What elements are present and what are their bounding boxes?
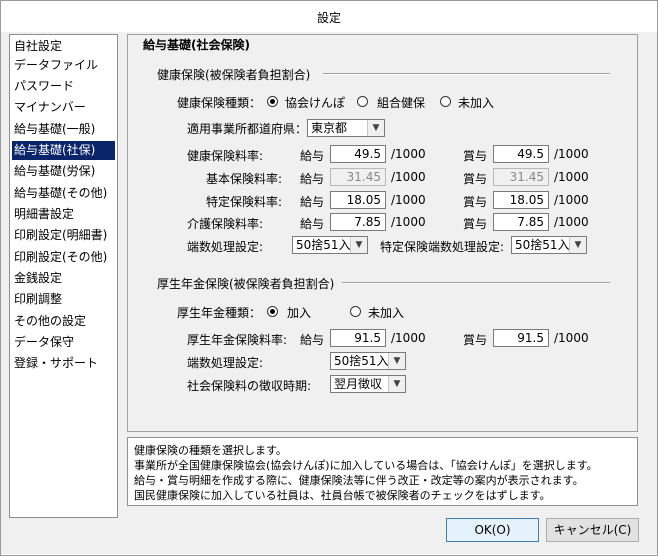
salary-label: 給与 <box>300 172 325 186</box>
unit-label: /1000 <box>391 215 426 229</box>
nav-item-print-statement[interactable]: 印刷設定(明細書) <box>12 226 115 245</box>
radio-pension-enrolled-label[interactable]: 加入 <box>287 304 311 321</box>
health-rate-salary-input[interactable]: 49.5 <box>330 145 386 163</box>
pension-type-label: 厚生年金種類： <box>177 306 262 320</box>
health-rounding-value: 50捨51入 <box>296 238 351 252</box>
description-box: 健康保険の種類を選択します。 事業所が全国健康保険協会(協会けんぽ)に加入してい… <box>127 437 638 506</box>
unit-label: /1000 <box>554 331 589 345</box>
salary-label: 給与 <box>300 195 325 209</box>
description-line: 給与・賞与明細を作成する際に、健康保険法等に伴う改正・改定等の案内が表示されます… <box>134 474 584 487</box>
collection-timing-label: 社会保険料の徴収時期: <box>187 379 312 393</box>
nav-item-company[interactable]: 自社設定 <box>12 37 115 56</box>
bonus-label: 賞与 <box>463 195 488 209</box>
unit-label: /1000 <box>391 331 426 345</box>
specific-rate-salary-input[interactable]: 18.05 <box>330 191 386 209</box>
radio-kyokai-kenpo[interactable] <box>267 96 278 107</box>
radio-kumiai-kenpo[interactable] <box>357 96 368 107</box>
health-rate-label: 健康保険料率: <box>187 149 264 163</box>
chevron-down-icon[interactable]: ▼ <box>350 237 367 253</box>
basic-rate-bonus-input: 31.45 <box>493 168 549 186</box>
pension-rate-salary-input[interactable]: 91.5 <box>330 329 386 347</box>
specific-rate-bonus-input[interactable]: 18.05 <box>493 191 549 209</box>
nav-item-other-settings[interactable]: その他の設定 <box>12 312 115 331</box>
description-line: 健康保険の種類を選択します。 <box>134 444 287 457</box>
pension-rate-bonus-input[interactable]: 91.5 <box>493 329 549 347</box>
nav-item-money[interactable]: 金銭設定 <box>12 269 115 288</box>
prefecture-combo[interactable]: 東京都 ▼ <box>307 119 385 137</box>
care-rate-salary-input[interactable]: 7.85 <box>330 213 386 231</box>
health-rounding-combo[interactable]: 50捨51入 ▼ <box>292 236 368 254</box>
unit-label: /1000 <box>554 170 589 184</box>
specific-rounding-value: 50捨51入 <box>515 238 570 252</box>
section-divider <box>342 282 610 284</box>
nav-item-salary-general[interactable]: 給与基礎(一般) <box>12 120 115 139</box>
pension-rate-label: 厚生年金保険料率: <box>187 333 288 347</box>
group-title: 給与基礎(社会保険) <box>140 36 253 53</box>
nav-item-registration-support[interactable]: 登録・サポート <box>12 354 115 373</box>
pension-rounding-value: 50捨51入 <box>334 354 389 368</box>
rounding-label: 端数処理設定: <box>187 240 264 254</box>
section-divider <box>323 73 610 75</box>
unit-label: /1000 <box>554 147 589 161</box>
chevron-down-icon[interactable]: ▼ <box>388 376 405 392</box>
radio-pension-not-enrolled[interactable] <box>350 306 361 317</box>
nav-item-data-maintenance[interactable]: データ保守 <box>12 333 115 352</box>
nav-item-statement[interactable]: 明細書設定 <box>12 205 115 224</box>
salary-label: 給与 <box>300 217 325 231</box>
health-section-label: 健康保険(被保険者負担割合) <box>157 68 311 82</box>
basic-rate-label: 基本保険料率: <box>206 172 283 186</box>
radio-kyokai-kenpo-label[interactable]: 協会けんぽ <box>285 94 345 111</box>
salary-label: 給与 <box>300 333 325 347</box>
unit-label: /1000 <box>554 215 589 229</box>
radio-pension-enrolled[interactable] <box>267 306 278 317</box>
radio-kumiai-kenpo-label[interactable]: 組合健保 <box>377 94 425 111</box>
bonus-label: 賞与 <box>463 217 488 231</box>
collection-timing-combo[interactable]: 翌月徴収 ▼ <box>330 375 406 393</box>
radio-not-enrolled-label[interactable]: 未加入 <box>458 94 494 111</box>
specific-rounding-label: 特定保険端数処理設定: <box>380 240 505 254</box>
unit-label: /1000 <box>391 147 426 161</box>
chevron-down-icon[interactable]: ▼ <box>367 120 384 136</box>
bonus-label: 賞与 <box>463 333 488 347</box>
unit-label: /1000 <box>391 170 426 184</box>
window-title: 設定 <box>316 11 341 25</box>
care-rate-label: 介護保険料率: <box>187 217 264 231</box>
radio-not-enrolled[interactable] <box>440 96 451 107</box>
bonus-label: 賞与 <box>463 149 488 163</box>
ok-button[interactable]: OK(O) <box>446 518 539 542</box>
nav-item-my-number[interactable]: マイナンバー <box>12 98 115 117</box>
salary-label: 給与 <box>300 149 325 163</box>
cancel-button[interactable]: キャンセル(C) <box>546 518 639 542</box>
settings-category-list[interactable]: 自社設定 データファイル パスワード マイナンバー 給与基礎(一般) 給与基礎(… <box>9 34 118 518</box>
health-rate-bonus-input[interactable]: 49.5 <box>493 145 549 163</box>
nav-item-data-file[interactable]: データファイル <box>12 56 115 75</box>
basic-rate-salary-input: 31.45 <box>330 168 386 186</box>
nav-item-print-other[interactable]: 印刷設定(その他) <box>12 248 115 267</box>
prefecture-value: 東京都 <box>311 121 348 135</box>
specific-rate-label: 特定保険料率: <box>206 195 283 209</box>
nav-item-salary-social-insurance[interactable]: 給与基礎(社保) <box>12 141 115 160</box>
bonus-label: 賞与 <box>463 172 488 186</box>
description-line: 国民健康保険に加入している社員は、社員台帳で被保険者のチェックをはずします。 <box>134 489 551 502</box>
pension-rounding-combo[interactable]: 50捨51入 ▼ <box>330 352 406 370</box>
nav-item-salary-labor-insurance[interactable]: 給与基礎(労保) <box>12 162 115 181</box>
collection-timing-value: 翌月徴収 <box>334 377 383 391</box>
care-rate-bonus-input[interactable]: 7.85 <box>493 213 549 231</box>
pension-section-label: 厚生年金保険(被保険者負担割合) <box>157 277 335 291</box>
nav-item-salary-other[interactable]: 給与基礎(その他) <box>12 184 115 203</box>
nav-item-password[interactable]: パスワード <box>12 77 115 96</box>
prefecture-label: 適用事業所都道府県： <box>187 122 308 136</box>
description-line: 事業所が全国健康保険協会(協会けんぽ)に加入している場合は、「協会けんぽ」を選択… <box>134 459 598 472</box>
unit-label: /1000 <box>391 193 426 207</box>
chevron-down-icon[interactable]: ▼ <box>388 353 405 369</box>
chevron-down-icon[interactable]: ▼ <box>569 237 586 253</box>
nav-item-print-adjust[interactable]: 印刷調整 <box>12 290 115 309</box>
health-type-label: 健康保険種類： <box>177 96 262 110</box>
radio-pension-not-enrolled-label[interactable]: 未加入 <box>368 304 404 321</box>
pension-rounding-label: 端数処理設定: <box>187 356 264 370</box>
unit-label: /1000 <box>554 193 589 207</box>
specific-rounding-combo[interactable]: 50捨51入 ▼ <box>511 236 587 254</box>
